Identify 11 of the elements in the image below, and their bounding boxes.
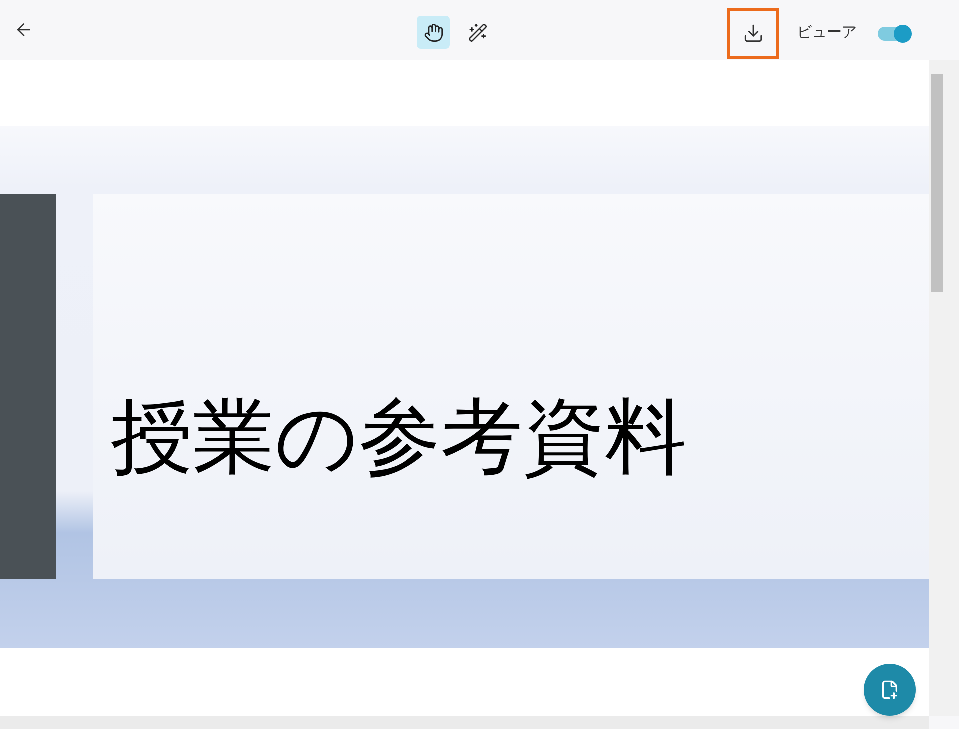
download-button[interactable] [727, 8, 779, 59]
add-note-icon [880, 680, 900, 700]
download-icon [742, 23, 764, 44]
viewer-label: ビューア [797, 23, 857, 43]
vertical-scrollbar[interactable] [929, 60, 959, 716]
slide-title: 授業の参考資料 [111, 391, 687, 485]
hand-icon [424, 22, 444, 42]
magic-wand-icon [468, 22, 488, 42]
tool-button[interactable] [417, 16, 450, 49]
viewer-toggle[interactable] [878, 27, 910, 41]
horizontal-scrollbar[interactable] [0, 716, 929, 729]
